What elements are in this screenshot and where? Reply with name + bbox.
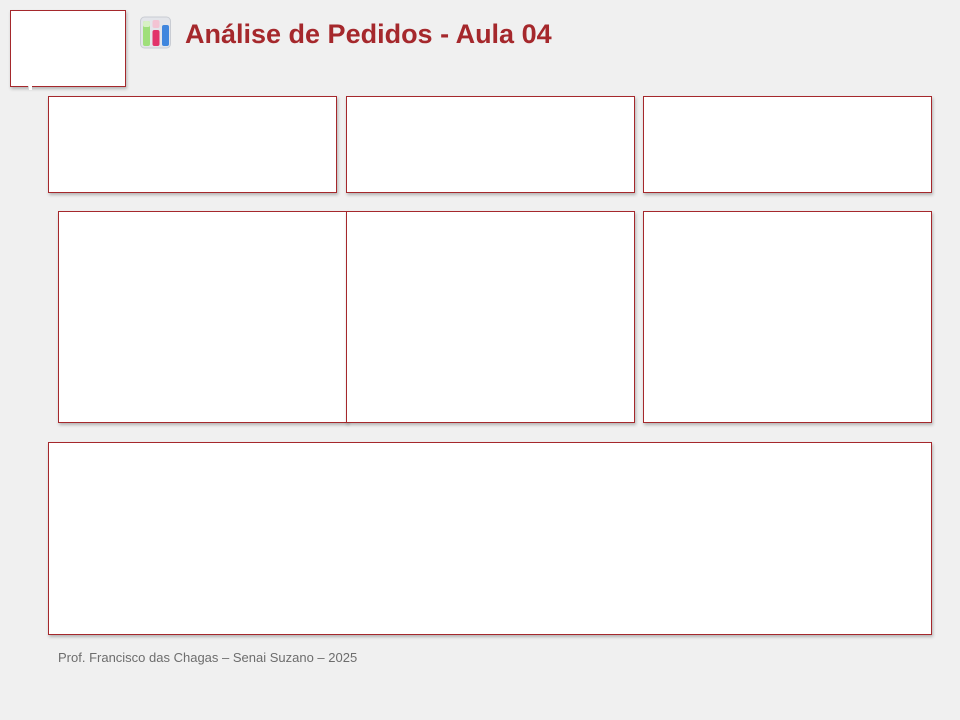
- chart-panel-1[interactable]: [58, 211, 348, 423]
- logo-placeholder: [10, 10, 126, 90]
- kpi-card-1[interactable]: [48, 96, 337, 193]
- kpi-card-2[interactable]: [346, 96, 635, 193]
- page-title: Análise de Pedidos - Aula 04: [185, 19, 552, 49]
- bar-chart-icon: [140, 16, 171, 49]
- chart-panel-3[interactable]: [643, 211, 932, 423]
- logo-placeholder-tick: [28, 86, 32, 90]
- footer-credit: Prof. Francisco das Chagas – Senai Suzan…: [58, 650, 358, 665]
- wide-chart-panel[interactable]: [48, 442, 932, 635]
- kpi-card-3[interactable]: [643, 96, 932, 193]
- chart-panel-2[interactable]: [346, 211, 635, 423]
